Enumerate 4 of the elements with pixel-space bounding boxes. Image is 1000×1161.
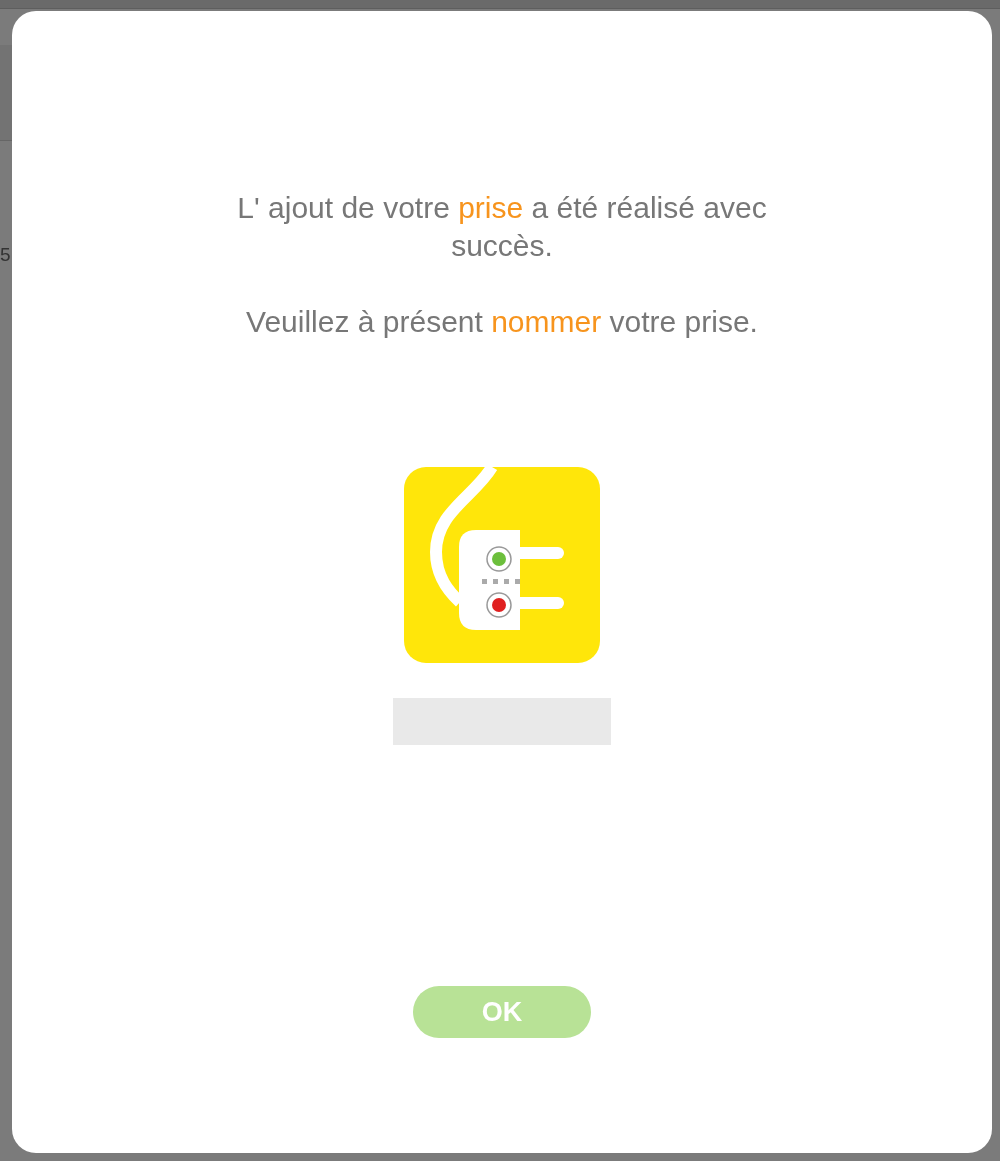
- message-text: L' ajout de votre prise a été réalisé avec succès.: [236, 190, 768, 264]
- plug-icon: [404, 467, 600, 663]
- message-text: Veuillez à présent nommer votre prise.: [245, 304, 759, 340]
- background-text: 5: [0, 243, 11, 267]
